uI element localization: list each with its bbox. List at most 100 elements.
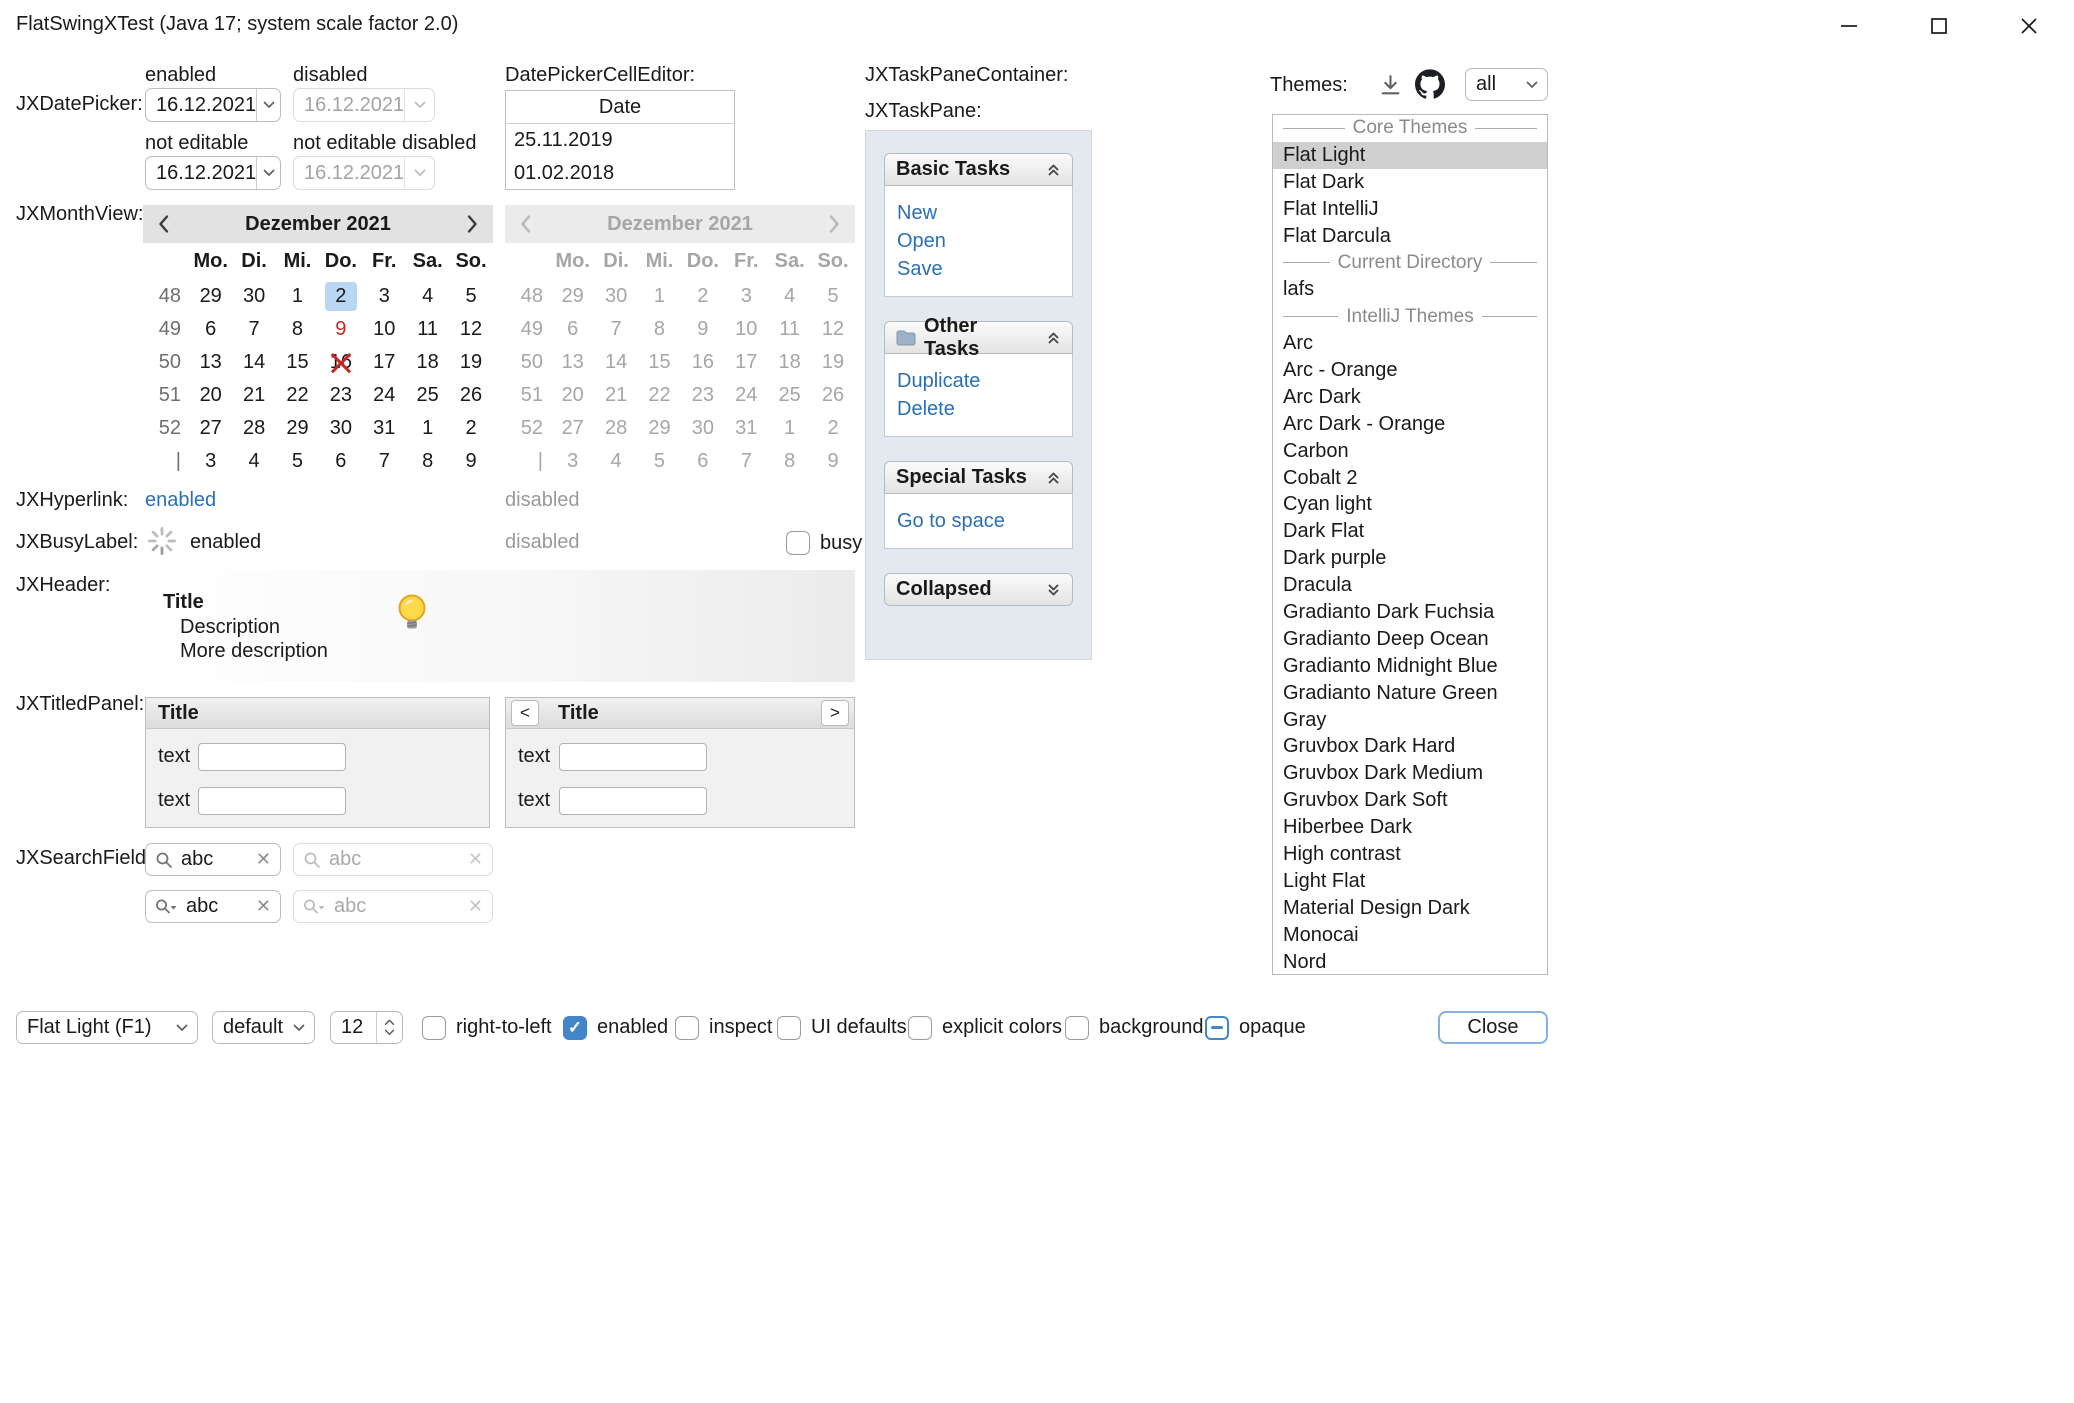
day-cell[interactable]: 2: [449, 412, 492, 445]
day-cell[interactable]: 14: [232, 346, 275, 379]
taskpane-header[interactable]: Special Tasks: [884, 461, 1073, 494]
text-input[interactable]: [198, 787, 346, 815]
task-link[interactable]: Delete: [897, 395, 1072, 423]
day-cell[interactable]: 26: [811, 379, 854, 412]
day-cell[interactable]: 23: [319, 379, 362, 412]
day-cell[interactable]: 8: [768, 445, 811, 478]
checkbox-box[interactable]: [786, 531, 810, 555]
theme-list-item[interactable]: Flat Darcula: [1273, 223, 1547, 250]
theme-list-item[interactable]: Cyan light: [1273, 491, 1547, 518]
theme-list-item[interactable]: lafs: [1273, 276, 1547, 303]
table-column-header[interactable]: Date: [506, 91, 734, 124]
day-cell[interactable]: 1: [406, 412, 449, 445]
close-button[interactable]: Close: [1438, 1011, 1548, 1044]
day-cell[interactable]: 4: [768, 280, 811, 313]
clear-icon[interactable]: ✕: [256, 896, 271, 917]
day-cell[interactable]: 18: [406, 346, 449, 379]
datepicker-value[interactable]: 16.12.2021: [146, 94, 256, 117]
day-cell[interactable]: 28: [594, 412, 637, 445]
table-row[interactable]: 25.11.2019: [506, 124, 734, 157]
day-cell[interactable]: 3: [189, 445, 232, 478]
search-field-with-menu[interactable]: abc ✕: [145, 890, 281, 923]
themes-filter-combo[interactable]: all: [1465, 68, 1548, 101]
day-cell[interactable]: 6: [319, 445, 362, 478]
github-icon[interactable]: [1415, 69, 1445, 99]
day-cell[interactable]: 1: [276, 280, 319, 313]
day-cell[interactable]: 27: [189, 412, 232, 445]
day-cell[interactable]: 13: [551, 346, 594, 379]
day-cell[interactable]: 7: [232, 313, 275, 346]
collapse-chevron-icon[interactable]: [1046, 470, 1061, 486]
day-cell[interactable]: 6: [551, 313, 594, 346]
day-cell[interactable]: 12: [811, 313, 854, 346]
day-cell[interactable]: 21: [594, 379, 637, 412]
prev-button[interactable]: <: [511, 700, 539, 726]
day-cell[interactable]: 9: [449, 445, 492, 478]
theme-list-item[interactable]: Dracula: [1273, 572, 1547, 599]
day-cell[interactable]: 3: [363, 280, 406, 313]
taskpane-header[interactable]: Other Tasks: [884, 321, 1073, 354]
next-button[interactable]: >: [821, 700, 849, 726]
chevron-down-icon[interactable]: [256, 157, 280, 189]
day-cell[interactable]: 27: [551, 412, 594, 445]
day-cell[interactable]: 30: [594, 280, 637, 313]
day-cell[interactable]: 21: [232, 379, 275, 412]
day-cell[interactable]: 8: [638, 313, 681, 346]
search-field-value[interactable]: abc: [186, 895, 248, 918]
day-cell[interactable]: 9: [319, 313, 362, 346]
clear-icon[interactable]: ✕: [256, 849, 271, 870]
day-cell[interactable]: 17: [363, 346, 406, 379]
laf-combo[interactable]: Flat Light (F1): [16, 1011, 198, 1044]
day-cell[interactable]: 29: [551, 280, 594, 313]
day-cell[interactable]: 13: [189, 346, 232, 379]
theme-list-item[interactable]: Monocai: [1273, 922, 1547, 949]
checkbox-box[interactable]: [563, 1016, 587, 1040]
checkbox-opaque[interactable]: opaque: [1205, 1011, 1306, 1044]
day-cell[interactable]: 29: [638, 412, 681, 445]
day-cell[interactable]: 19: [811, 346, 854, 379]
day-cell[interactable]: 8: [406, 445, 449, 478]
day-cell[interactable]: 30: [681, 412, 724, 445]
chevron-down-icon[interactable]: [256, 89, 280, 121]
day-cell[interactable]: 5: [276, 445, 319, 478]
checkbox-ui-defaults[interactable]: UI defaults: [777, 1011, 907, 1044]
day-cell[interactable]: 5: [449, 280, 492, 313]
theme-list-item[interactable]: High contrast: [1273, 841, 1547, 868]
prev-month-icon[interactable]: [519, 214, 532, 234]
day-cell[interactable]: 12: [449, 313, 492, 346]
checkbox-background[interactable]: background: [1065, 1011, 1204, 1044]
search-field[interactable]: abc ✕: [145, 843, 281, 876]
task-link[interactable]: Save: [897, 255, 1072, 283]
day-cell[interactable]: 17: [725, 346, 768, 379]
day-cell[interactable]: 20: [551, 379, 594, 412]
day-cell[interactable]: 24: [725, 379, 768, 412]
day-cell[interactable]: 30: [232, 280, 275, 313]
day-cell[interactable]: 20: [189, 379, 232, 412]
theme-list-item[interactable]: Gray: [1273, 707, 1547, 734]
minimize-button[interactable]: [1804, 0, 1894, 52]
day-cell[interactable]: 1: [768, 412, 811, 445]
font-size-spinner[interactable]: 12: [330, 1011, 403, 1044]
taskpane-header[interactable]: Collapsed: [884, 573, 1073, 606]
style-combo[interactable]: default: [212, 1011, 315, 1044]
checkbox-box[interactable]: [908, 1016, 932, 1040]
collapse-chevron-icon[interactable]: [1046, 162, 1061, 178]
theme-list-item[interactable]: Dark Flat: [1273, 518, 1547, 545]
task-link[interactable]: Go to space: [897, 507, 1072, 535]
checkbox-right-to-left[interactable]: right-to-left: [422, 1011, 552, 1044]
day-cell[interactable]: 7: [363, 445, 406, 478]
datepicker-not-editable[interactable]: 16.12.2021: [145, 156, 281, 190]
theme-list-item[interactable]: Gruvbox Dark Medium: [1273, 760, 1547, 787]
maximize-button[interactable]: [1894, 0, 1984, 52]
expand-chevron-icon[interactable]: [1046, 582, 1061, 598]
day-cell[interactable]: 23: [681, 379, 724, 412]
text-input[interactable]: [198, 743, 346, 771]
day-cell[interactable]: 24: [363, 379, 406, 412]
prev-month-icon[interactable]: [157, 214, 170, 234]
day-cell[interactable]: 15: [276, 346, 319, 379]
day-cell[interactable]: 10: [725, 313, 768, 346]
day-cell[interactable]: 2: [811, 412, 854, 445]
day-cell[interactable]: 25: [768, 379, 811, 412]
text-input[interactable]: [559, 787, 707, 815]
datepicker-enabled[interactable]: 16.12.2021: [145, 88, 281, 122]
